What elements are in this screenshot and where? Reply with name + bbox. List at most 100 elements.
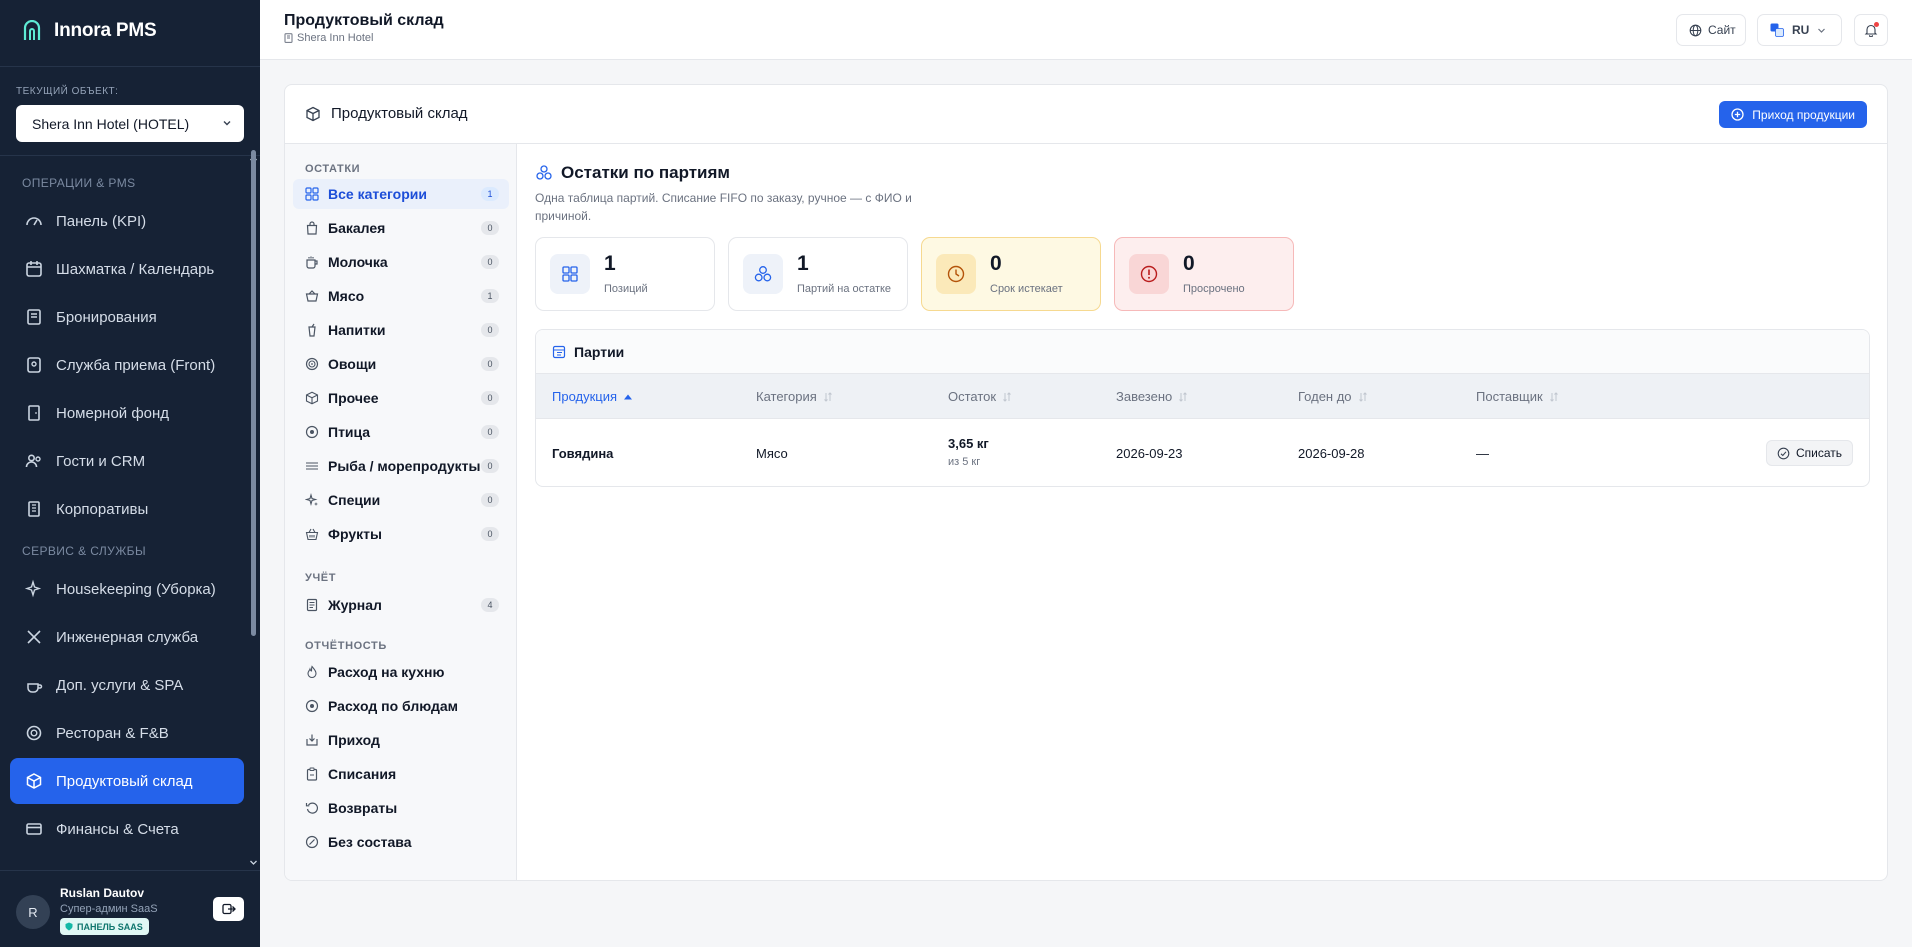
scroll-down-icon[interactable] [249,858,258,867]
stat-card-expiring: 0 Срок истекает [921,237,1101,311]
category-count: 0 [481,459,499,473]
report-label: Расход по блюдам [328,698,459,714]
category-count: 0 [481,357,499,371]
stat-card-expired: 0 Просрочено [1114,237,1294,311]
column-header-expires[interactable]: Годен до [1298,389,1368,404]
sidebar-item-front-desk[interactable]: Служба приема (Front) [10,342,244,388]
hotel-icon [284,33,293,43]
report-item-income[interactable]: Приход [293,725,509,755]
category-item-fruits[interactable]: Фрукты 0 [293,519,509,549]
batches-section: Остатки по партиям Одна таблица партий. … [517,144,1887,880]
sidebar-item-warehouse[interactable]: Продуктовый склад [10,758,244,804]
site-button[interactable]: Сайт [1676,14,1746,46]
chevron-down-icon [223,121,231,126]
report-label: Без состава [328,834,412,850]
category-item-meat[interactable]: Мясо 1 [293,281,509,311]
brand[interactable]: Innora PMS [22,20,157,42]
report-item-no-composition[interactable]: Без состава [293,827,509,857]
object-select[interactable]: Shera Inn Hotel (HOTEL) [16,105,244,142]
sidebar-item-label: Инженерная служба [56,628,199,646]
category-label: Журнал [328,597,382,613]
sidebar-item-label: Номерной фонд [56,404,170,422]
sidebar-scrollbar[interactable] [251,150,256,636]
sidebar-item-spa[interactable]: Доп. услуги & SPA [10,662,244,708]
stat-value: 0 [990,252,1002,275]
language-select[interactable]: RU [1757,14,1842,46]
notifications-button[interactable] [1854,14,1888,46]
sidebar-item-calendar[interactable]: Шахматка / Календарь [10,246,244,292]
table-card-title: Партии [574,343,625,360]
sort-icon [823,391,832,402]
category-item-all[interactable]: Все категории 1 [293,179,509,209]
sidebar-item-label: Финансы & Счета [56,820,179,838]
category-item-drinks[interactable]: Напитки 0 [293,315,509,345]
table-header-row: Продукция Категория Остаток Завезено Год… [536,374,1869,419]
shield-icon [65,922,73,931]
category-label: Овощи [328,356,377,372]
sidebar-item-corporate[interactable]: Корпоративы [10,486,244,532]
sidebar-item-dashboard[interactable]: Панель (KPI) [10,198,244,244]
user-role: Супер-админ SaaS [60,903,158,915]
sidebar-item-label: Ресторан & F&B [56,724,169,742]
cell-remaining-of: из 5 кг [948,456,981,468]
layers-icon [536,165,552,180]
report-label: Списания [328,766,397,782]
column-header-label: Поставщик [1476,389,1543,404]
cell-expires: 2026-09-28 [1298,446,1365,461]
sidebar-item-engineering[interactable]: Инженерная служба [10,614,244,660]
stat-card-batches: 1 Партий на остатке [728,237,908,311]
column-header-remaining[interactable]: Остаток [948,389,1012,404]
column-header-supplier[interactable]: Поставщик [1476,389,1559,404]
sidebar-item-housekeeping[interactable]: Housekeeping (Уборка) [10,566,244,612]
column-header-received[interactable]: Завезено [1116,389,1188,404]
sidebar-item-guests-crm[interactable]: Гости и CRM [10,438,244,484]
logout-button[interactable] [213,897,244,921]
alert-icon [1140,265,1158,283]
batches-table-card: Партии Продукция Категория Остаток Завез… [535,329,1870,487]
top-header: Продуктовый склад Shera Inn Hotel Сайт R… [260,0,1912,60]
journal-icon [306,598,318,612]
sidebar-item-label: Бронирования [56,308,157,326]
category-item-journal[interactable]: Журнал 4 [293,590,509,620]
sidebar-item-restaurant[interactable]: Ресторан & F&B [10,710,244,756]
site-button-label: Сайт [1708,23,1736,37]
category-item-poultry[interactable]: Птица 0 [293,417,509,447]
column-header-product[interactable]: Продукция [552,389,633,404]
category-item-vegetables[interactable]: Овощи 0 [293,349,509,379]
write-off-button[interactable]: Списать [1765,440,1853,466]
category-label: Молочка [328,254,388,270]
category-count: 1 [481,187,499,201]
stat-value: 1 [604,252,616,275]
report-item-dish-usage[interactable]: Расход по блюдам [293,691,509,721]
nav-section-services: СЕРВИС & СЛУЖБЫ [22,544,146,558]
saas-panel-badge[interactable]: ПАНЕЛЬ SAAS [60,918,149,935]
column-header-category[interactable]: Категория [756,389,833,404]
sidebar-item-label: Продуктовый склад [56,772,193,790]
sidebar-item-finance[interactable]: Финансы & Счета [10,806,244,852]
category-item-spices[interactable]: Специи 0 [293,485,509,515]
category-count: 0 [481,391,499,405]
report-item-kitchen-usage[interactable]: Расход на кухню [293,657,509,687]
sidebar: Innora PMS ТЕКУЩИЙ ОБЪЕКТ: Shera Inn Hot… [0,0,260,947]
add-stock-button[interactable]: Приход продукции [1719,101,1867,128]
report-item-writeoffs[interactable]: Списания [293,759,509,789]
category-count: 1 [481,289,499,303]
stat-label: Позиций [604,283,648,295]
category-label: Напитки [328,322,386,338]
avatar[interactable]: R [16,895,50,929]
sidebar-item-rooms[interactable]: Номерной фонд [10,390,244,436]
stat-label: Партий на остатке [797,283,892,295]
dish-icon [26,725,42,741]
category-label: Бакалея [328,220,386,236]
category-item-dairy[interactable]: Молочка 0 [293,247,509,277]
report-item-returns[interactable]: Возвраты [293,793,509,823]
sidebar-item-bookings[interactable]: Бронирования [10,294,244,340]
write-off-button-label: Списать [1795,446,1842,460]
page-subtitle-text: Shera Inn Hotel [297,32,374,44]
category-item-fish[interactable]: Рыба / морепродукты 0 [293,451,509,481]
category-item-grocery[interactable]: Бакалея 0 [293,213,509,243]
inbox-icon [306,734,318,746]
globe-icon [1689,24,1702,36]
undo-icon [305,802,319,814]
category-item-other[interactable]: Прочее 0 [293,383,509,413]
